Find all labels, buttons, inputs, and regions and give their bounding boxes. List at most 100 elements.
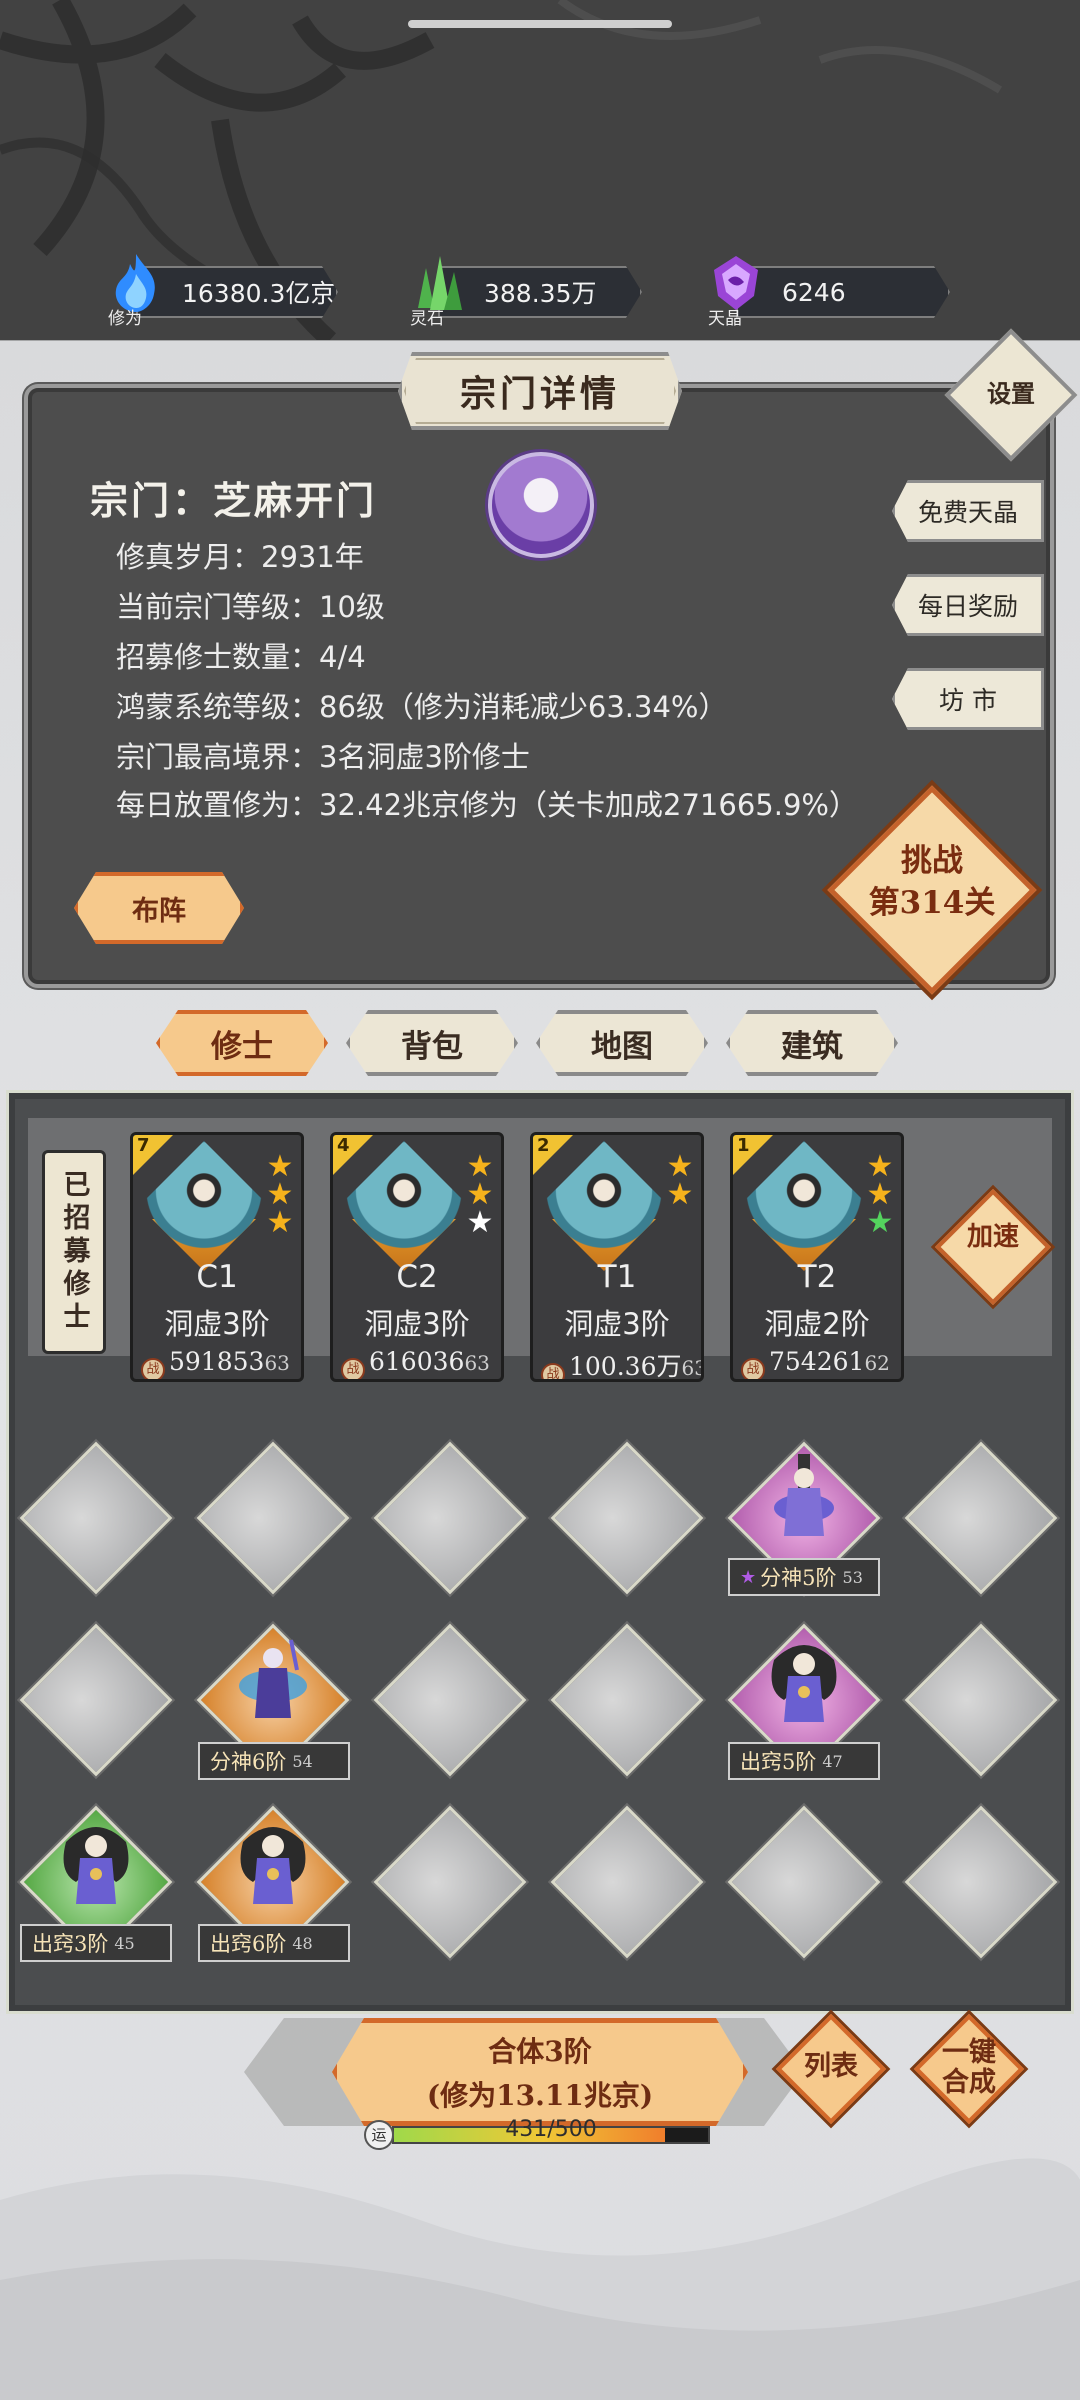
power-value: 616036 — [369, 1347, 465, 1376]
challenge-label-line2: 第314关 — [868, 885, 996, 921]
resource-value: 16380.3亿京 — [136, 266, 338, 318]
power-badge-icon: 战 — [741, 1358, 765, 1379]
stat-highest-realm: 宗门最高境界：3名洞虚3阶修士 — [116, 740, 530, 774]
star-rating: ★ ★ ★ — [465, 1152, 495, 1240]
rank-badge: 7 — [133, 1135, 173, 1175]
power-value: 754261 — [769, 1347, 865, 1376]
power-value: 591853 — [169, 1347, 265, 1376]
resource-cultivation: 16380.3亿京 修为 — [106, 254, 338, 329]
stat-years: 修真岁月：2931年 — [116, 540, 364, 574]
cultivator-portrait — [339, 1141, 469, 1271]
resource-caption: 修为 — [108, 309, 142, 329]
cultivator-power: 战100.36万63 — [541, 1347, 701, 1381]
one-key-label-line2: 合成 — [942, 2067, 996, 2098]
stat-system-level: 鸿蒙系统等级：86级（修为消耗减少63.34%） — [116, 690, 728, 724]
cultivator-figure-icon — [771, 1645, 837, 1722]
cultivator-card-c1[interactable]: 7 ★ ★ ★ C1 洞虚3阶 战 59185363 — [130, 1132, 304, 1382]
item-label: 出窍3阶 — [32, 1932, 109, 1956]
one-key-label-line1: 一键 — [942, 2037, 996, 2068]
cultivator-figure-icon — [240, 1827, 306, 1904]
resource-spirit-stone: 388.35万 灵石 — [408, 256, 642, 329]
item-label: 分神5阶 — [760, 1566, 837, 1590]
tab-cultivators[interactable]: 修士 — [156, 1010, 328, 1076]
tab-backpack[interactable]: 背包 — [346, 1010, 518, 1076]
cultivator-card-t1[interactable]: 2 ★ ★ T1 洞虚3阶 战100.36万63 — [530, 1132, 704, 1382]
cultivator-card-c2[interactable]: 4 ★ ★ ★ C2 洞虚3阶 战 61603663 — [330, 1132, 504, 1382]
item-tag: 出窍3阶 45 — [20, 1924, 172, 1962]
merge-cost: (修为13.11兆京) — [426, 2079, 654, 2112]
challenge-label-line1: 挑战 — [901, 843, 963, 879]
speed-up-label[interactable]: 加速 — [950, 1222, 1036, 1252]
daily-reward-button[interactable]: 每日奖励 — [892, 574, 1044, 636]
star-icon: ★ — [466, 1205, 494, 1240]
star-icon: ★ — [866, 1205, 894, 1240]
settings-label[interactable]: 设置 — [964, 374, 1058, 409]
cultivator-portrait — [139, 1141, 269, 1271]
item-tag: 分神6阶 54 — [198, 1742, 350, 1780]
star-rating: ★ ★ — [665, 1152, 695, 1212]
cultivator-power: 战 61603663 — [341, 1347, 490, 1379]
market-button[interactable]: 坊 市 — [892, 668, 1044, 730]
resource-sky-crystal: 6246 天晶 — [706, 256, 950, 329]
cultivator-realm: 洞虚3阶 — [564, 1307, 670, 1341]
stat-recruit-count: 招募修士数量：4/4 — [116, 640, 366, 674]
formation-button[interactable]: 布阵 — [74, 872, 244, 944]
challenge-label[interactable]: 挑战 第314关 — [846, 840, 1018, 924]
sect-name: 宗门：芝麻开门 — [90, 478, 378, 523]
stat-sect-level: 当前宗门等级：10级 — [116, 590, 385, 624]
star-icon: ★ — [666, 1177, 694, 1212]
item-label: 出窍6阶 — [210, 1932, 287, 1956]
sect-avatar[interactable] — [488, 452, 594, 558]
tab-map[interactable]: 地图 — [536, 1010, 708, 1076]
item-tag: ★ 分神5阶 53 — [728, 1558, 880, 1596]
cultivator-card-t2[interactable]: 1 ★ ★ ★ T2 洞虚2阶 战 75426162 — [730, 1132, 904, 1382]
cultivator-realm: 洞虚3阶 — [364, 1307, 470, 1341]
item-tag: 出窍5阶 47 — [728, 1742, 880, 1780]
cultivator-portrait — [739, 1141, 869, 1271]
star-icon: ★ — [266, 1205, 294, 1240]
stat-daily-idle: 每日放置修为：32.42兆京修为（关卡加成271665.9%） — [116, 788, 858, 822]
cultivator-power: 战 75426162 — [741, 1347, 890, 1379]
star-rating: ★ ★ ★ — [265, 1152, 295, 1240]
cultivator-realm: 洞虚3阶 — [164, 1307, 270, 1341]
free-crystal-button[interactable]: 免费天晶 — [892, 480, 1044, 542]
rank-number: 7 — [137, 1135, 150, 1156]
cultivator-level: 63 — [464, 1351, 490, 1375]
cultivator-name: C1 — [196, 1259, 238, 1295]
cultivator-realm: 洞虚2阶 — [764, 1307, 870, 1341]
item-level: 48 — [292, 1933, 313, 1953]
rank-number: 1 — [737, 1135, 750, 1156]
power-badge-icon: 战 — [541, 1363, 565, 1379]
list-label[interactable]: 列表 — [786, 2052, 876, 2082]
cultivator-name: C2 — [396, 1259, 438, 1295]
cultivator-power: 战 59185363 — [141, 1347, 290, 1379]
rank-number: 4 — [337, 1135, 350, 1156]
resource-caption: 天晶 — [708, 309, 742, 329]
resource-value: 6246 — [736, 266, 950, 318]
cultivator-name: T2 — [797, 1259, 837, 1295]
recruited-label: 已招募修士 — [42, 1150, 106, 1354]
luck-progress-text: 431/500 — [505, 2117, 597, 2142]
power-badge-icon: 战 — [141, 1358, 165, 1379]
purple-star-icon: ★ — [740, 1566, 757, 1588]
power-value: 100.36万 — [569, 1352, 682, 1381]
rank-badge: 1 — [733, 1135, 773, 1175]
cultivator-portrait — [539, 1141, 669, 1271]
cultivator-figure-icon — [239, 1639, 307, 1718]
merge-button[interactable]: 合体3阶 (修为13.11兆京) — [332, 2018, 748, 2126]
star-rating: ★ ★ ★ — [865, 1152, 895, 1240]
tab-buildings[interactable]: 建筑 — [726, 1010, 898, 1076]
home-indicator[interactable] — [408, 20, 672, 28]
cultivator-figure-icon — [774, 1454, 834, 1536]
power-badge-icon: 战 — [341, 1358, 365, 1379]
rank-badge: 2 — [533, 1135, 573, 1175]
item-level: 54 — [292, 1751, 313, 1771]
panel-title-border — [404, 358, 676, 424]
cultivator-level: 63 — [264, 1351, 290, 1375]
luck-icon: 运 — [364, 2120, 394, 2150]
resource-value: 388.35万 — [438, 266, 642, 318]
one-key-merge-label[interactable]: 一键 合成 — [924, 2038, 1014, 2098]
cultivator-figure-icon — [63, 1827, 129, 1904]
item-level: 53 — [842, 1567, 863, 1587]
resource-caption: 灵石 — [410, 309, 444, 329]
